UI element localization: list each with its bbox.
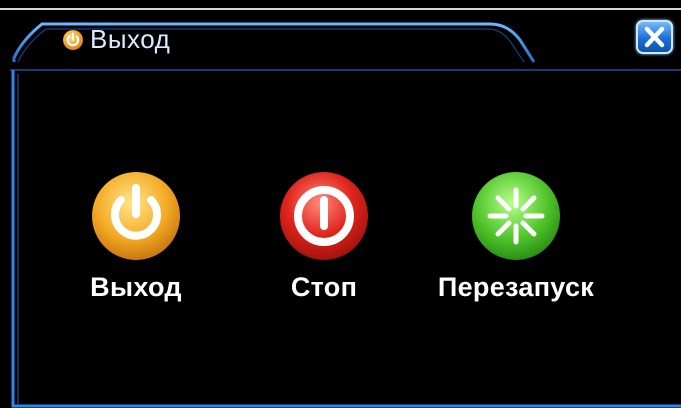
stop-button[interactable]: Стоп	[224, 170, 424, 303]
exit-button[interactable]: Выход	[36, 170, 236, 303]
power-icon	[63, 30, 83, 50]
close-button[interactable]	[636, 20, 673, 54]
top-divider	[0, 8, 681, 10]
power-icon	[92, 172, 180, 260]
restart-button[interactable]: Перезапуск	[416, 170, 616, 303]
close-icon	[644, 26, 665, 48]
stop-label: Стоп	[290, 272, 358, 302]
stop-icon	[280, 172, 368, 260]
restart-icon	[472, 172, 560, 260]
shutdown-dialog: Выход Выход Стоп Перезапуск	[0, 0, 681, 408]
dialog-title: Выход	[90, 24, 171, 54]
exit-label: Выход	[90, 272, 182, 302]
restart-label: Перезапуск	[437, 272, 595, 302]
